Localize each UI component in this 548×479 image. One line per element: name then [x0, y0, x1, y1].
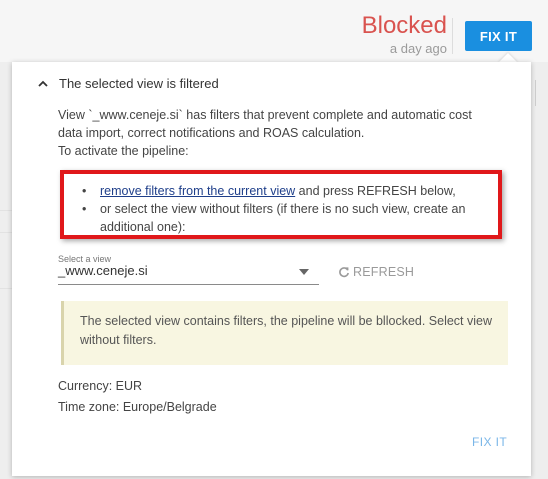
header-divider [452, 18, 453, 54]
step-select-view: • or select the view without filters (if… [82, 200, 465, 236]
status-label: Blocked [361, 12, 447, 39]
filtered-view-popover: The selected view is filtered View `_www… [12, 62, 531, 476]
message-line: View `_www.ceneje.si` has filters that p… [58, 108, 472, 122]
message-line: To activate the pipeline: [58, 144, 189, 158]
view-select-value: _www.ceneje.si [58, 263, 148, 278]
warning-notice: The selected view contains filters, the … [61, 301, 508, 365]
remove-filters-link[interactable]: remove filters from the current view [100, 184, 295, 198]
chevron-up-icon [38, 78, 48, 88]
fix-it-link[interactable]: FIX IT [472, 435, 507, 449]
filter-message: View `_www.ceneje.si` has filters that p… [58, 106, 488, 160]
timezone-info: Time zone: Europe/Belgrade [58, 400, 217, 414]
step-text: or select the view without filters (if t… [100, 202, 466, 216]
refresh-label: REFRESH [353, 265, 415, 279]
status-timestamp: a day ago [389, 41, 447, 56]
step-remove-filters: • remove filters from the current view a… [82, 182, 456, 200]
caret-down-icon [299, 269, 309, 275]
popover-title: The selected view is filtered [59, 75, 219, 91]
background-divider [0, 232, 12, 233]
currency-info: Currency: EUR [58, 379, 143, 393]
bullet: • [82, 184, 87, 198]
step-text: and press REFRESH below, [295, 184, 456, 198]
background-divider [0, 210, 12, 211]
warning-text: The selected view contains filters, the … [80, 314, 493, 328]
highlighted-steps: • remove filters from the current view a… [60, 170, 502, 239]
background-divider [0, 288, 12, 289]
message-line: data import, correct notifications and R… [58, 126, 365, 140]
popover-header-toggle[interactable]: The selected view is filtered [38, 74, 219, 92]
bullet: • [82, 202, 87, 216]
fix-it-button[interactable]: FIX IT [465, 21, 532, 51]
warning-text: without filters. [80, 333, 157, 347]
step-text: additional one): [100, 220, 186, 234]
refresh-icon [339, 267, 349, 278]
background-edge [535, 80, 536, 106]
refresh-button[interactable]: REFRESH [338, 264, 414, 280]
view-select[interactable]: _www.ceneje.si [58, 263, 319, 285]
